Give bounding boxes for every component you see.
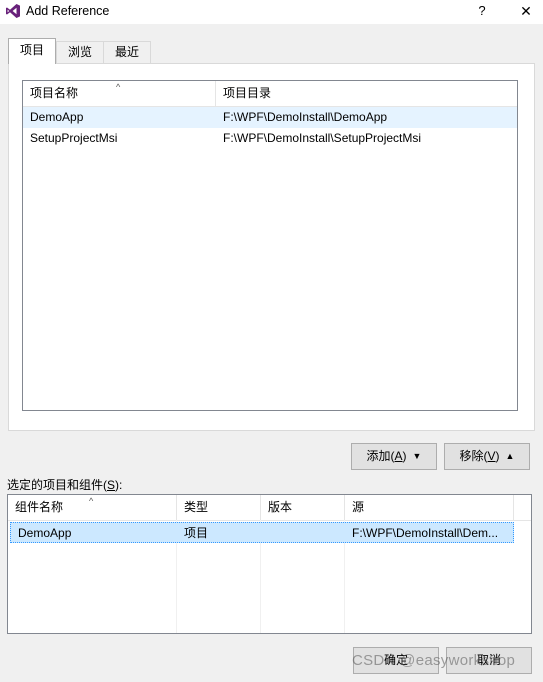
- watermark: CSDN @easyworkshop: [352, 652, 516, 669]
- remove-button-accesskey: V: [487, 449, 496, 463]
- column-header-type[interactable]: 类型: [177, 495, 261, 520]
- sort-ascending-icon: ^: [116, 82, 121, 92]
- close-button[interactable]: ✕: [516, 2, 536, 20]
- component-source-cell: F:\WPF\DemoInstall\Dem...: [352, 526, 499, 540]
- selected-label-text: 选定的项目和组件(: [7, 478, 107, 492]
- project-name-cell: SetupProjectMsi: [30, 131, 118, 145]
- remove-button-label: 移除(: [459, 449, 488, 463]
- column-header-project-name[interactable]: 项目名称 ^: [23, 81, 216, 106]
- title-bar: Add Reference ? ✕: [0, 0, 543, 24]
- column-header-source[interactable]: 源: [345, 495, 514, 520]
- component-version-cell: [261, 523, 345, 544]
- table-row[interactable]: DemoApp 项目 F:\WPF\DemoInstall\Dem...: [10, 522, 514, 543]
- column-header-project-directory[interactable]: 项目目录: [216, 81, 517, 106]
- table-row[interactable]: DemoApp F:\WPF\DemoInstall\DemoApp: [23, 107, 517, 128]
- column-header-label: 源: [352, 500, 365, 514]
- column-header-label: 组件名称: [15, 500, 64, 514]
- selected-label-accesskey: S: [107, 478, 116, 492]
- visual-studio-icon: [6, 4, 20, 18]
- selected-label-end: ):: [115, 478, 123, 492]
- remove-button-label-end: ): [495, 449, 500, 463]
- help-button[interactable]: ?: [472, 2, 492, 20]
- add-button-accesskey: A: [394, 449, 403, 463]
- project-name-cell: DemoApp: [30, 110, 84, 124]
- project-path-cell: F:\WPF\DemoInstall\SetupProjectMsi: [223, 131, 422, 145]
- dropdown-arrow-icon: ▼: [412, 451, 422, 461]
- tab-recent[interactable]: 最近: [103, 41, 151, 63]
- window-title: Add Reference: [26, 4, 110, 18]
- column-header-label: 类型: [184, 500, 209, 514]
- column-header-label: 项目目录: [223, 86, 272, 100]
- column-header-label: 项目名称: [30, 86, 79, 100]
- header-divider: [8, 520, 531, 521]
- add-button-label: 添加(: [366, 449, 395, 463]
- projects-list[interactable]: 项目名称 ^ 项目目录 DemoApp F:\WPF\DemoInstall\D…: [22, 80, 518, 411]
- add-button-label-end: ): [402, 449, 407, 463]
- component-type-cell: 项目: [184, 526, 209, 540]
- tab-projects[interactable]: 项目: [8, 38, 56, 64]
- remove-button[interactable]: 移除(V) ▲: [444, 443, 530, 470]
- sort-ascending-icon: ^: [89, 496, 94, 506]
- project-path-cell: F:\WPF\DemoInstall\DemoApp: [223, 110, 388, 124]
- tab-browse[interactable]: 浏览: [56, 41, 104, 63]
- selected-items-label: 选定的项目和组件(S):: [7, 476, 122, 493]
- selected-components-list[interactable]: 组件名称 ^ 类型 版本 源 DemoApp 项目 F:\WPF\DemoIns…: [7, 494, 532, 634]
- component-name-cell: DemoApp: [18, 526, 72, 540]
- column-header-label: 版本: [268, 500, 293, 514]
- column-header-version[interactable]: 版本: [261, 495, 345, 520]
- collapse-arrow-icon: ▲: [505, 451, 515, 461]
- add-button[interactable]: 添加(A) ▼: [351, 443, 437, 470]
- table-row[interactable]: SetupProjectMsi F:\WPF\DemoInstall\Setup…: [23, 128, 517, 149]
- column-header-component-name[interactable]: 组件名称 ^: [8, 495, 177, 520]
